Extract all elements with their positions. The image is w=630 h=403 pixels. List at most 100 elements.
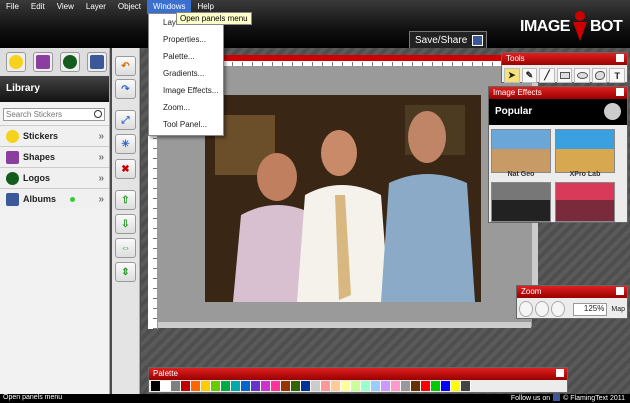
zoom-value[interactable]: 125%: [572, 302, 608, 316]
palette-swatch[interactable]: [321, 381, 331, 391]
palette-swatch[interactable]: [161, 381, 171, 391]
close-icon[interactable]: [616, 287, 624, 295]
effect-thumbnail: [491, 182, 551, 222]
undo-icon[interactable]: ↶: [115, 56, 136, 76]
zoom-reset-icon[interactable]: [550, 301, 565, 317]
sticker-search: [3, 108, 105, 121]
palette-swatch[interactable]: [241, 381, 251, 391]
palette-swatch[interactable]: [181, 381, 191, 391]
menu-item-zoom[interactable]: Zoom...: [149, 99, 223, 116]
category-logos[interactable]: Logos »: [0, 167, 109, 188]
palette-swatch[interactable]: [211, 381, 221, 391]
tools-row: ➤ ✎ ╱ T: [502, 65, 627, 86]
palette-swatch[interactable]: [371, 381, 381, 391]
palette-swatch[interactable]: [361, 381, 371, 391]
category-shapes[interactable]: Shapes »: [0, 146, 109, 167]
palette-swatch[interactable]: [171, 381, 181, 391]
effect-item[interactable]: Nat Geo: [491, 129, 551, 178]
photo-image: [205, 95, 481, 302]
menu-item-image-effects[interactable]: Image Effects...: [149, 82, 223, 99]
palette-swatch[interactable]: [351, 381, 361, 391]
zoom-number: 125: [583, 303, 598, 313]
palette-swatch[interactable]: [461, 381, 471, 391]
close-icon[interactable]: [616, 88, 624, 96]
effect-item[interactable]: [491, 182, 551, 222]
pointer-icon[interactable]: ➤: [504, 68, 520, 83]
zoom-unit: %: [597, 303, 605, 313]
zoom-out-icon[interactable]: [534, 301, 549, 317]
palette-swatch[interactable]: [381, 381, 391, 391]
facebook-icon: [6, 192, 19, 206]
line-icon[interactable]: ╱: [539, 68, 555, 83]
move-up-icon[interactable]: ⇧: [115, 190, 136, 210]
search-input[interactable]: [4, 109, 92, 120]
effect-item[interactable]: [555, 182, 615, 222]
palette-swatch[interactable]: [301, 381, 311, 391]
center-icon[interactable]: ✳: [115, 134, 136, 154]
palette-swatch[interactable]: [231, 381, 241, 391]
flip-h-icon[interactable]: ⇔: [115, 238, 136, 258]
palette-swatch[interactable]: [191, 381, 201, 391]
tools-panel-header[interactable]: Tools: [502, 53, 627, 65]
palette-panel-header[interactable]: Palette: [149, 368, 567, 380]
palette-swatch[interactable]: [391, 381, 401, 391]
flip-v-icon[interactable]: ⇕: [115, 262, 136, 282]
ellipse-icon[interactable]: [574, 68, 590, 83]
palette-swatch[interactable]: [221, 381, 231, 391]
photo-layer[interactable]: [205, 95, 481, 302]
save-share-button[interactable]: Save/Share: [409, 31, 487, 49]
smiley-icon[interactable]: [6, 52, 26, 72]
palette-swatch[interactable]: [441, 381, 451, 391]
palette-swatch[interactable]: [311, 381, 321, 391]
zoom-panel-header[interactable]: Zoom: [517, 286, 627, 298]
menu-layer[interactable]: Layer: [80, 0, 112, 14]
close-icon[interactable]: [556, 369, 564, 377]
search-icon[interactable]: [94, 110, 102, 118]
move-down-icon[interactable]: ⇩: [115, 214, 136, 234]
menu-view[interactable]: View: [51, 0, 80, 14]
canvas-horizontal-scrollbar[interactable]: [158, 321, 531, 328]
palette-swatch[interactable]: [411, 381, 421, 391]
menu-item-gradients[interactable]: Gradients...: [149, 65, 223, 82]
redo-icon[interactable]: ↷: [115, 79, 136, 99]
facebook-icon[interactable]: [553, 394, 561, 401]
facebook-icon[interactable]: [87, 52, 107, 72]
palette-swatch[interactable]: [331, 381, 341, 391]
menu-item-tool-panel[interactable]: Tool Panel...: [149, 116, 223, 133]
star-icon[interactable]: [33, 52, 53, 72]
zoom-panel-title: Zoom: [521, 287, 542, 296]
palette-swatch[interactable]: [341, 381, 351, 391]
palette-swatch[interactable]: [251, 381, 261, 391]
back-arrow-icon[interactable]: [604, 103, 621, 120]
text-icon[interactable]: T: [609, 68, 626, 83]
palette-swatch[interactable]: [451, 381, 461, 391]
menu-edit[interactable]: Edit: [25, 0, 51, 14]
menu-file[interactable]: File: [0, 0, 25, 14]
menu-item-palette[interactable]: Palette...: [149, 48, 223, 65]
palette-swatch[interactable]: [151, 381, 161, 391]
palette-swatch[interactable]: [421, 381, 431, 391]
category-stickers[interactable]: Stickers »: [0, 125, 109, 146]
delete-icon[interactable]: ✖: [115, 159, 136, 179]
pen-icon[interactable]: ✎: [521, 68, 538, 83]
menu-object[interactable]: Object: [112, 0, 147, 14]
palette-swatch[interactable]: [431, 381, 441, 391]
blob-icon[interactable]: [591, 68, 608, 83]
close-icon[interactable]: [616, 54, 624, 62]
palette-swatch[interactable]: [401, 381, 411, 391]
palette-swatch[interactable]: [271, 381, 281, 391]
palette-swatch[interactable]: [201, 381, 211, 391]
menu-item-properties[interactable]: Properties...: [149, 31, 223, 48]
fit-icon[interactable]: ⤢: [115, 110, 136, 130]
effects-panel-header[interactable]: Image Effects: [489, 87, 627, 99]
zoom-map-toggle[interactable]: Map: [611, 306, 625, 313]
rect-icon[interactable]: [556, 68, 573, 83]
effect-item[interactable]: XPro Lab: [555, 129, 615, 178]
palette-swatch[interactable]: [291, 381, 301, 391]
zoom-in-icon[interactable]: [519, 301, 533, 317]
logo-icon[interactable]: [60, 52, 80, 72]
palette-swatch[interactable]: [261, 381, 271, 391]
category-albums[interactable]: Albums »: [0, 188, 109, 209]
effect-thumbnail: [555, 129, 615, 173]
palette-swatch[interactable]: [281, 381, 291, 391]
